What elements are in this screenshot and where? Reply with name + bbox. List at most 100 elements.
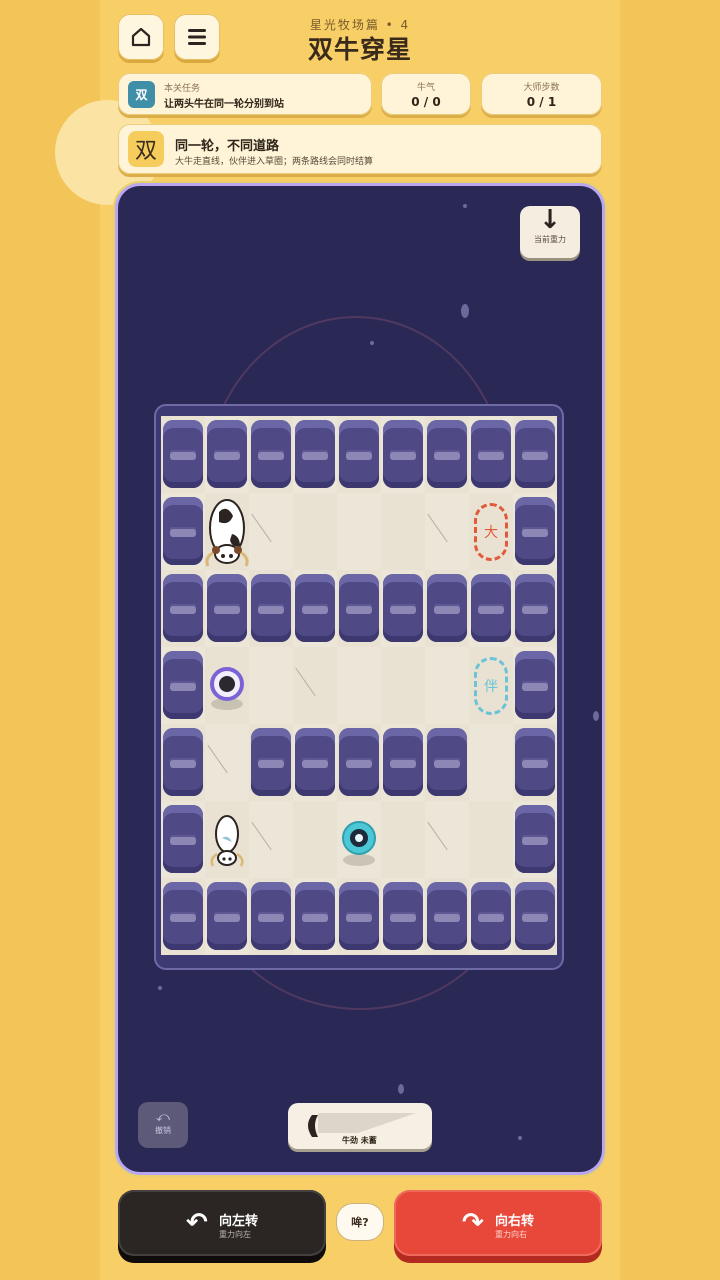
- wall-slot: [170, 835, 196, 845]
- floor-tile: [469, 724, 513, 801]
- turn-left-sub: 重力向左: [219, 1230, 251, 1239]
- gravity-indicator-button[interactable]: ↓ 当前重力: [520, 206, 580, 258]
- star: [370, 341, 374, 345]
- wall-slot: [390, 912, 416, 922]
- wall-slot: [346, 450, 372, 460]
- wall-block: [339, 574, 379, 642]
- star: [398, 1084, 404, 1094]
- level-title: 双牛穿星: [307, 35, 412, 64]
- floor-crack: [207, 744, 228, 774]
- floor-tile: [293, 801, 337, 878]
- wall-slot: [346, 604, 372, 614]
- master-steps-label: 大师步数: [523, 83, 560, 93]
- floor-tile: [293, 493, 337, 570]
- star: [463, 204, 467, 208]
- wall-slot: [258, 450, 284, 460]
- floor-tile: [249, 801, 293, 878]
- wall-slot: [522, 758, 548, 768]
- wall-block: [339, 420, 379, 488]
- floor-tile: [469, 801, 513, 878]
- star: [518, 1136, 522, 1140]
- wall-slot: [258, 758, 284, 768]
- wall-slot: [434, 758, 460, 768]
- wall-block: [471, 420, 511, 488]
- wall-block: [251, 882, 291, 950]
- wall-block: [295, 728, 335, 796]
- game-board: ↓ 当前重力 大伴 ⤺ 撤销 牛劲 未蓄: [118, 186, 602, 1172]
- wall-block: [295, 574, 335, 642]
- task-badge: 双: [128, 81, 155, 108]
- wall-block: [251, 574, 291, 642]
- wall-slot: [522, 835, 548, 845]
- background-right: [620, 0, 720, 1280]
- wall-block: [251, 728, 291, 796]
- partner-goal: 伴: [474, 656, 508, 715]
- wall-block: [515, 882, 555, 950]
- wall-block: [515, 728, 555, 796]
- floor-tile: [337, 647, 381, 724]
- floor-tile: [381, 801, 425, 878]
- wall-slot: [170, 681, 196, 691]
- wall-block: [471, 882, 511, 950]
- wall-slot: [522, 604, 548, 614]
- turn-right-button[interactable]: ↷ 向右转 重力向右: [394, 1190, 602, 1256]
- wall-block: [163, 497, 203, 565]
- cyan-portal-icon: [342, 820, 376, 866]
- wall-slot: [170, 758, 196, 768]
- undo-button[interactable]: ⤺ 撤销: [138, 1102, 188, 1148]
- star: [593, 711, 599, 721]
- floor-tile: [293, 647, 337, 724]
- energy-label: 牛气: [416, 83, 435, 93]
- power-label: 牛劲 未蓄: [342, 1136, 377, 1145]
- wall-slot: [302, 450, 328, 460]
- wall-block: [383, 882, 423, 950]
- wall-slot: [170, 527, 196, 537]
- hint-badge: 双: [128, 131, 164, 167]
- task-label: 本关任务: [164, 84, 201, 94]
- big-cow-goal: 大: [474, 502, 508, 561]
- home-button[interactable]: [118, 14, 164, 60]
- wall-block: [163, 420, 203, 488]
- wall-block: [163, 805, 203, 873]
- wall-slot: [302, 912, 328, 922]
- wall-block: [295, 882, 335, 950]
- turn-left-button[interactable]: ↶ 向左转 重力向左: [118, 1190, 326, 1256]
- undo-icon: ⤺: [156, 1110, 170, 1125]
- wall-slot: [346, 912, 372, 922]
- turn-right-label: 向右转: [495, 1214, 535, 1229]
- energy-value: 0 / 0: [411, 95, 441, 109]
- wall-block: [383, 728, 423, 796]
- hint-card: 双 同一轮，不同道路 大牛走直线，伙伴进入草圈；两条路线会同时结算: [118, 124, 602, 174]
- floor-tile: [425, 801, 469, 878]
- gravity-label: 当前重力: [534, 235, 566, 244]
- wall-block: [163, 574, 203, 642]
- wall-slot: [170, 604, 196, 614]
- power-meter: 牛劲 未蓄: [288, 1103, 432, 1149]
- wall-slot: [434, 604, 460, 614]
- wall-block: [163, 882, 203, 950]
- wall-slot: [434, 912, 460, 922]
- wall-slot: [302, 604, 328, 614]
- partner-cow-piece[interactable]: [208, 808, 246, 872]
- turn-left-label: 向左转: [219, 1214, 259, 1229]
- purple-portal-icon: [210, 666, 244, 710]
- wall-slot: [170, 450, 196, 460]
- floor-crack: [427, 821, 448, 851]
- floor-crack: [427, 513, 448, 543]
- gravity-down-icon: ↓: [539, 205, 561, 235]
- master-steps-value: 0 / 1: [526, 95, 557, 109]
- wall-block: [339, 882, 379, 950]
- rotate-right-icon: ↷: [462, 1208, 484, 1238]
- wall-slot: [346, 758, 372, 768]
- wall-block: [515, 420, 555, 488]
- wall-slot: [522, 912, 548, 922]
- wall-block: [515, 574, 555, 642]
- wall-slot: [214, 912, 240, 922]
- wall-block: [427, 420, 467, 488]
- wall-block: [383, 574, 423, 642]
- wall-slot: [258, 912, 284, 922]
- wall-slot: [214, 604, 240, 614]
- moo-speech-bubble[interactable]: 哞?: [337, 1204, 383, 1240]
- big-cow-piece[interactable]: [202, 490, 252, 574]
- menu-button[interactable]: [174, 14, 220, 60]
